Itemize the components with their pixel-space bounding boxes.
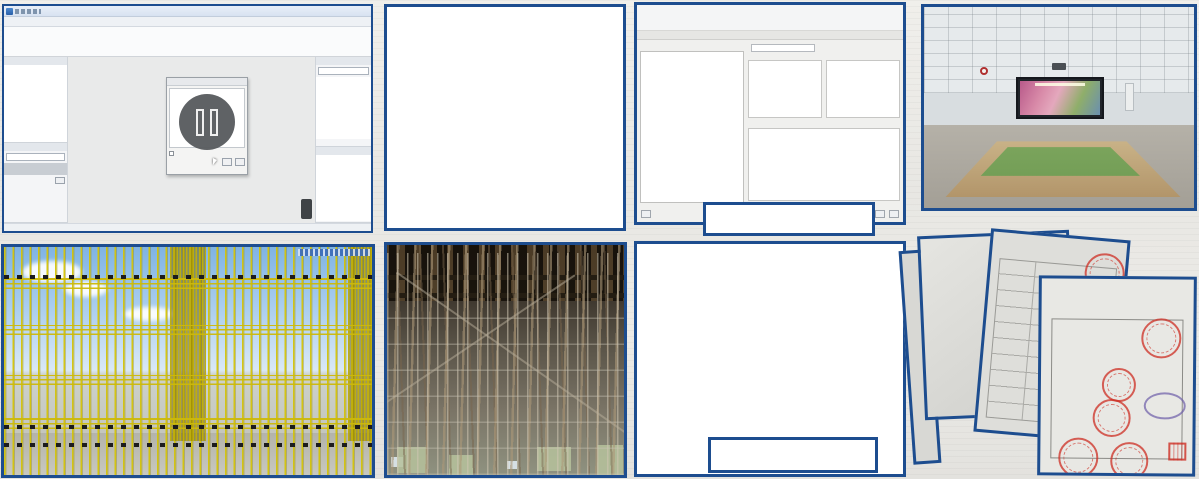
mouse-cursor-icon: [213, 158, 217, 165]
checkbox-icon: [169, 151, 174, 156]
stamp-ring: [1147, 323, 1177, 353]
horizontal-bar-band: [4, 277, 372, 289]
pause-bar-icon: [210, 109, 218, 136]
material-table: [826, 60, 900, 118]
formwork-render-panel: [384, 4, 626, 231]
red-stamp-icon: [1058, 438, 1098, 477]
view-tree[interactable]: [4, 65, 67, 143]
floor-dialog-titlebar: [167, 78, 247, 86]
props-apply-row: [4, 175, 67, 186]
dialog-cancel-button[interactable]: [235, 158, 245, 166]
projector: [1052, 63, 1066, 70]
wall-clock: [980, 67, 988, 75]
stamp-ring: [1063, 443, 1093, 473]
component-type-value: [751, 44, 815, 52]
size-table-title: [748, 120, 900, 126]
floor-dialog-buttons: [169, 158, 245, 166]
display-tree[interactable]: [316, 77, 371, 139]
video-pause-overlay[interactable]: [179, 94, 235, 150]
app-icon: [6, 8, 13, 15]
floor-dialog-footer: [167, 150, 247, 167]
component-tree[interactable]: [316, 155, 371, 221]
clamp-dashes: [4, 425, 372, 429]
view-manager-panel: [4, 57, 67, 143]
stamp-ring: [1107, 373, 1131, 397]
floor-select-dialog: [166, 77, 248, 175]
component-type-row: [748, 43, 900, 52]
stamp-ring: [1097, 404, 1125, 432]
watermark-strip: [298, 249, 370, 256]
red-stamp-icon: [1102, 368, 1136, 402]
clamp-dashes: [4, 275, 372, 279]
screen-title-bar: [1035, 83, 1085, 86]
document-card-3[interactable]: [1037, 275, 1197, 476]
air-conditioner: [1125, 83, 1134, 111]
material-toolbar: [637, 5, 903, 31]
material-left-pane: [640, 43, 744, 205]
section-table: [748, 60, 822, 118]
apply-button[interactable]: [55, 177, 65, 184]
restore-default-button[interactable]: [641, 210, 651, 218]
collage-canvas: [0, 0, 1199, 479]
bim-titlebar: [4, 6, 371, 17]
bim-window-panel: [2, 4, 373, 233]
meeting-room-photo: [921, 4, 1197, 211]
material-dialog-body: [637, 40, 903, 208]
pause-bar-icon: [196, 109, 204, 136]
view-manager-header: [4, 57, 67, 65]
red-stamp-icon: [1092, 399, 1130, 437]
quick-access-toolbar[interactable]: [15, 9, 41, 14]
doc3-lines: [1049, 286, 1187, 287]
bim-canvas[interactable]: [68, 57, 315, 223]
scaffolding-photo: [384, 242, 627, 478]
bim-tab-bar[interactable]: [4, 17, 371, 27]
table-column-line: [1021, 262, 1036, 419]
horizontal-pipes-layer: [387, 303, 624, 475]
material-caption-label: [703, 202, 875, 236]
horizontal-bar-band: [4, 375, 372, 385]
component-list-panel: [316, 147, 371, 223]
red-seal-icon: [1168, 442, 1186, 460]
solver-caption-label: [708, 437, 878, 473]
clamp-dashes: [4, 443, 372, 447]
material-right-pane: [748, 43, 900, 205]
doc2-lines: [1000, 240, 1120, 250]
canvas-nav-widget[interactable]: [301, 199, 312, 219]
horizontal-bar-band: [4, 325, 372, 335]
component-list-header: [316, 147, 371, 155]
material-dialog-panel: [634, 2, 906, 225]
stamp-ring: [1115, 447, 1143, 475]
material-tabs[interactable]: [640, 43, 744, 51]
bim-ribbon: [4, 27, 371, 57]
formwork-svg: [387, 7, 623, 228]
display-mode-combo[interactable]: [318, 67, 369, 75]
dialog-ok-button[interactable]: [222, 158, 232, 166]
parameter-tables: [748, 54, 900, 118]
purple-stamp-icon: [1144, 392, 1186, 419]
calc-doc-columns: [642, 250, 898, 468]
presentation-screen: [1016, 77, 1104, 119]
view-type-combo[interactable]: [6, 153, 65, 161]
scaffold-model-panel: [1, 244, 375, 478]
material-dialog-titlebar: [637, 31, 903, 40]
material-tree[interactable]: [640, 51, 744, 203]
properties-panel: [4, 143, 67, 223]
bim-statusbar: [4, 223, 371, 231]
cancel-button[interactable]: [889, 210, 899, 218]
properties-header: [4, 143, 67, 151]
display-settings-panel: [316, 57, 371, 147]
bim-right-column: [315, 57, 371, 223]
ok-button[interactable]: [875, 210, 885, 218]
select-all-checkbox[interactable]: [169, 151, 245, 156]
red-stamp-icon: [1110, 442, 1148, 477]
bim-left-column: [4, 57, 68, 223]
bim-body: [4, 57, 371, 223]
size-table: [748, 128, 900, 201]
display-settings-header: [316, 57, 371, 65]
section-table-block: [748, 54, 822, 118]
material-table-block: [826, 54, 900, 118]
rendering-image: [1020, 81, 1100, 115]
